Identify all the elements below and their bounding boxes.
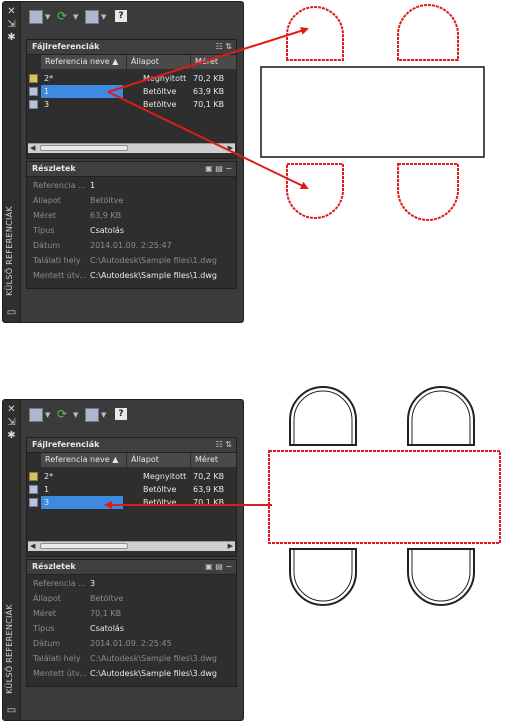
chair-bottom-right[interactable]	[397, 163, 459, 221]
arrow-to-bottom-chair	[107, 91, 309, 189]
chair-top-right[interactable]	[397, 4, 459, 61]
chair-bottom-right-2[interactable]	[407, 548, 475, 606]
chair-bottom-left-2[interactable]	[289, 548, 357, 606]
drawing-canvas	[104, 4, 501, 606]
chair-top-right-2[interactable]	[407, 386, 475, 446]
arrow-to-top-chair	[107, 26, 309, 93]
chair-top-left-2[interactable]	[289, 386, 357, 446]
chair-bottom-left[interactable]	[286, 163, 344, 219]
table-rectangle-2[interactable]	[268, 450, 501, 544]
table-rectangle[interactable]	[260, 66, 485, 158]
